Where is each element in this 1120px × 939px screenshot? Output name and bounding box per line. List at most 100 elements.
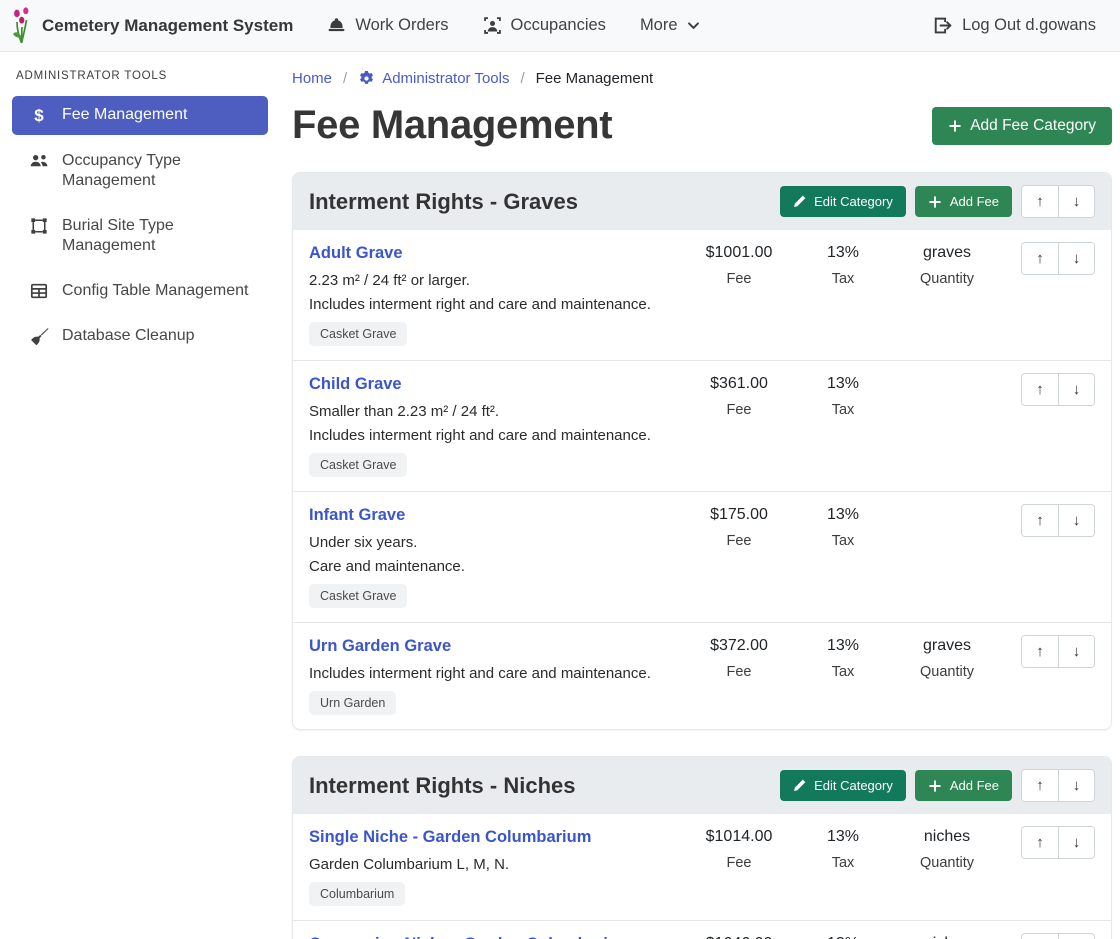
nav-item-label: More (640, 16, 678, 35)
fee-row: Adult Grave 2.23 m² / 24 ft² or larger. … (293, 230, 1111, 361)
nav-item-more[interactable]: More (628, 8, 712, 43)
fee-tax-value: 13% (791, 637, 895, 655)
sidebar-item-label: Config Table Management (62, 281, 249, 301)
move-fee-down-button[interactable]: ↓ (1058, 934, 1094, 939)
breadcrumb-home-link[interactable]: Home (292, 70, 332, 87)
main-content: Home / Administrator Tools / Fee Managem… (280, 52, 1120, 939)
arrow-up-icon: ↑ (1036, 834, 1044, 851)
edit-category-label: Edit Category (814, 194, 893, 209)
fee-category-header: Interment Rights - Graves Edit Category … (293, 173, 1111, 230)
fee-amount-column: $1014.00 Fee (687, 826, 791, 871)
app-brand[interactable]: Cemetery Management System (10, 7, 293, 44)
fee-quantity-value: graves (895, 244, 999, 262)
move-category-up-button[interactable]: ↑ (1022, 186, 1058, 217)
sidebar-item-database-cleanup[interactable]: Database Cleanup (12, 317, 268, 355)
sidebar-item-burial-site-type-management[interactable]: Burial Site Type Management (12, 207, 268, 265)
fee-details: Child Grave Smaller than 2.23 m² / 24 ft… (309, 373, 687, 477)
plus-icon (948, 119, 962, 133)
fee-tax-value: 13% (791, 935, 895, 939)
fee-tax-label: Tax (791, 533, 895, 549)
add-fee-label: Add Fee (950, 778, 999, 793)
nav-item-work-orders[interactable]: Work Orders (315, 8, 460, 43)
app-title: Cemetery Management System (42, 16, 293, 36)
fee-quantity-column: graves Quantity (895, 242, 999, 287)
category-reorder-controls: ↑ ↓ (1021, 769, 1095, 802)
arrow-up-icon: ↑ (1036, 250, 1044, 267)
fee-name-link[interactable]: Child Grave (309, 375, 402, 394)
add-fee-button[interactable]: Add Fee (915, 770, 1012, 801)
top-navbar: Cemetery Management System Work Orders Oc… (0, 0, 1120, 52)
fee-quantity-label: Quantity (895, 855, 999, 871)
sidebar-item-config-table-management[interactable]: Config Table Management (12, 272, 268, 310)
category-reorder-controls: ↑ ↓ (1021, 185, 1095, 218)
arrow-up-icon: ↑ (1036, 381, 1044, 398)
hard-hat-icon (327, 16, 346, 35)
fee-name-link[interactable]: Single Niche - Garden Columbarium (309, 828, 591, 847)
plus-icon (928, 195, 942, 209)
main-nav: Work Orders Occupancies More (315, 8, 711, 43)
pencil-icon (793, 195, 806, 208)
logout-label: Log Out d.gowans (962, 16, 1096, 35)
fee-tax-column: 13% Tax (791, 933, 895, 939)
fee-tax-column: 13% Tax (791, 504, 895, 549)
fee-name-link[interactable]: Adult Grave (309, 244, 403, 263)
add-fee-button[interactable]: Add Fee (915, 186, 1012, 217)
chevron-down-icon (687, 19, 700, 32)
sidebar-nav: $Fee Management Occupancy Type Management… (14, 96, 268, 355)
move-category-down-button[interactable]: ↓ (1058, 770, 1094, 801)
fee-type-badge: Casket Grave (309, 322, 407, 346)
fee-quantity-column: graves Quantity (895, 635, 999, 680)
fee-reorder-controls: ↑ ↓ (1021, 504, 1095, 537)
fee-name-link[interactable]: Infant Grave (309, 506, 405, 525)
fee-amount-value: $1001.00 (687, 244, 791, 262)
fee-list: Adult Grave 2.23 m² / 24 ft² or larger. … (293, 230, 1111, 729)
move-fee-up-button[interactable]: ↑ (1022, 374, 1058, 405)
fee-name-link[interactable]: Companion Niche - Garden Columbarium (309, 935, 633, 939)
fee-tax-label: Tax (791, 402, 895, 418)
move-fee-up-button[interactable]: ↑ (1022, 827, 1058, 858)
fee-name-link[interactable]: Urn Garden Grave (309, 637, 451, 656)
nav-item-occupancies[interactable]: Occupancies (471, 8, 618, 43)
move-fee-down-button[interactable]: ↓ (1058, 636, 1094, 667)
fee-amount-value: $1646.00 (687, 935, 791, 939)
fee-type-badge: Casket Grave (309, 584, 407, 608)
fee-quantity-value: niches (895, 935, 999, 939)
fee-tax-column: 13% Tax (791, 373, 895, 418)
sidebar-item-label: Occupancy Type Management (62, 151, 260, 191)
edit-category-button[interactable]: Edit Category (780, 186, 906, 217)
sidebar-item-fee-management[interactable]: $Fee Management (12, 96, 268, 135)
arrow-down-icon: ↓ (1073, 381, 1081, 398)
fee-quantity-label: Quantity (895, 271, 999, 287)
move-category-down-button[interactable]: ↓ (1058, 186, 1094, 217)
fee-amount-column: $1646.00 Fee (687, 933, 791, 939)
edit-category-button[interactable]: Edit Category (780, 770, 906, 801)
add-fee-category-button[interactable]: Add Fee Category (932, 107, 1112, 145)
breadcrumb-admin-tools-link[interactable]: Administrator Tools (358, 70, 509, 87)
logout-icon (933, 16, 952, 35)
move-fee-down-button[interactable]: ↓ (1058, 827, 1094, 858)
move-fee-down-button[interactable]: ↓ (1058, 243, 1094, 274)
move-fee-up-button[interactable]: ↑ (1022, 243, 1058, 274)
fee-tax-value: 13% (791, 828, 895, 846)
pencil-icon (793, 779, 806, 792)
nav-item-label: Work Orders (355, 16, 448, 35)
fee-row: Single Niche - Garden Columbarium Garden… (293, 814, 1111, 921)
move-category-up-button[interactable]: ↑ (1022, 770, 1058, 801)
fee-reorder-controls: ↑ ↓ (1021, 933, 1095, 939)
fee-type-badge: Urn Garden (309, 691, 396, 715)
move-fee-up-button[interactable]: ↑ (1022, 505, 1058, 536)
fee-tax-value: 13% (791, 244, 895, 262)
move-fee-down-button[interactable]: ↓ (1058, 374, 1094, 405)
fee-tax-column: 13% Tax (791, 635, 895, 680)
fee-tax-label: Tax (791, 664, 895, 680)
move-fee-up-button[interactable]: ↑ (1022, 934, 1058, 939)
tulip-logo-icon (10, 7, 33, 44)
fee-amount-value: $372.00 (687, 637, 791, 655)
table-icon (28, 282, 50, 300)
move-fee-down-button[interactable]: ↓ (1058, 505, 1094, 536)
logout-button[interactable]: Log Out d.gowans (933, 16, 1096, 35)
move-fee-up-button[interactable]: ↑ (1022, 636, 1058, 667)
fee-reorder-controls: ↑ ↓ (1021, 826, 1095, 859)
fee-details: Infant Grave Under six years. Care and m… (309, 504, 687, 608)
sidebar-item-occupancy-type-management[interactable]: Occupancy Type Management (12, 142, 268, 200)
